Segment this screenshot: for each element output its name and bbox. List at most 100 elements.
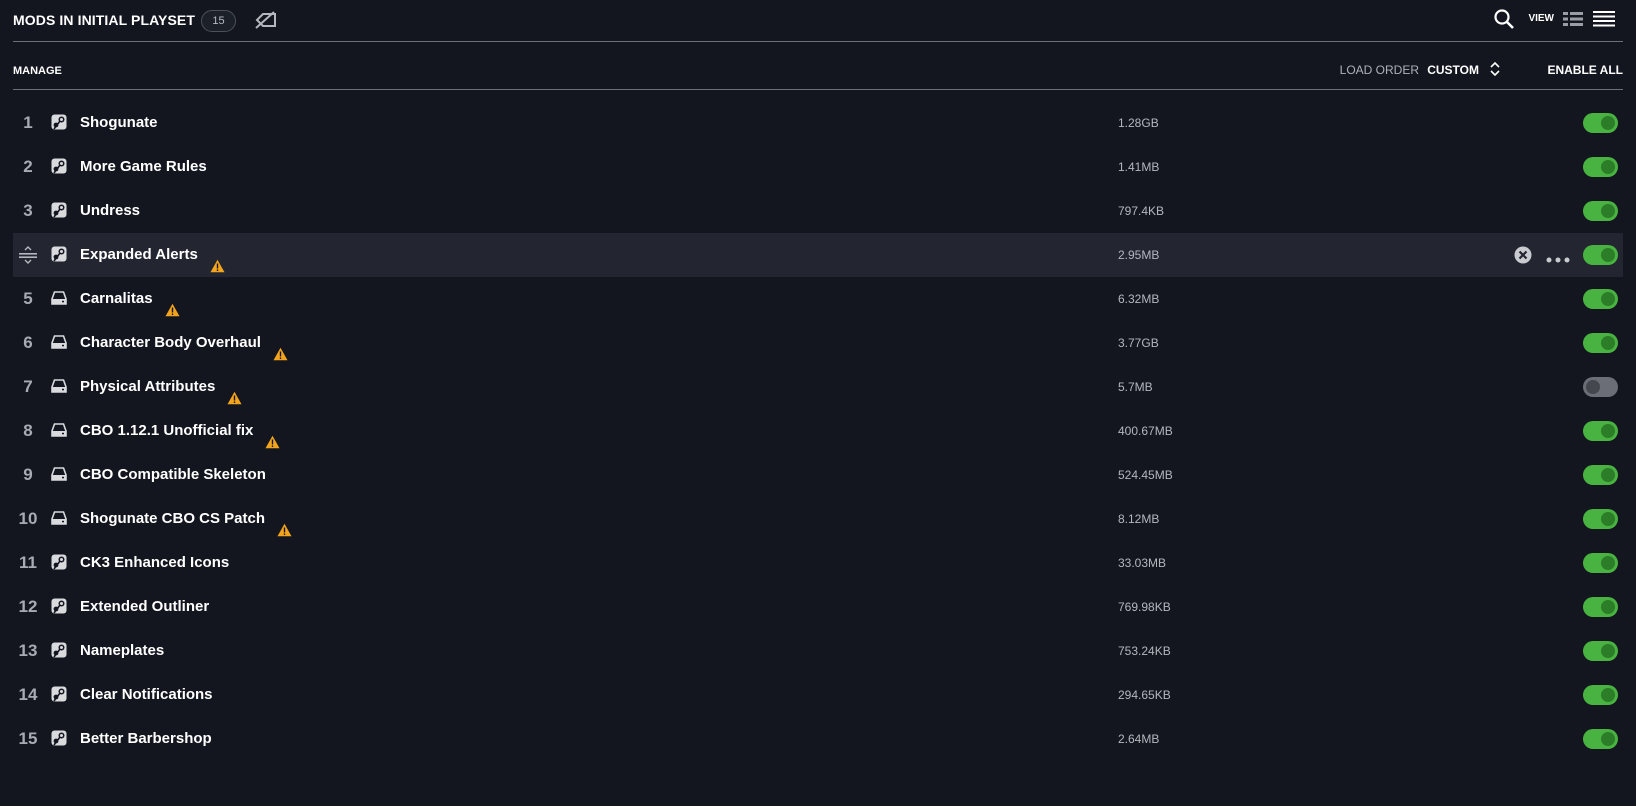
mod-index: 9 (23, 465, 33, 484)
mod-size: 400.67MB (1118, 424, 1173, 438)
mod-index: 11 (19, 553, 37, 572)
view-grid-icon[interactable] (1563, 11, 1583, 27)
search-icon[interactable] (1493, 8, 1515, 30)
mod-name-cell: Nameplates (80, 629, 164, 673)
mod-name: Better Barbershop (80, 730, 212, 747)
mod-row[interactable]: 13 Nameplates 753.24KB (13, 629, 1623, 673)
mod-row[interactable]: 5 Carnalitas 6.32MB (13, 277, 1623, 321)
enable-toggle[interactable] (1583, 729, 1618, 749)
enable-toggle[interactable] (1583, 465, 1618, 485)
mod-name-cell: Shogunate (80, 101, 158, 145)
warning-icon[interactable] (265, 423, 280, 449)
mod-name-cell: Extended Outliner (80, 585, 209, 629)
warning-icon[interactable] (273, 335, 288, 361)
enable-toggle[interactable] (1583, 113, 1618, 133)
warning-icon[interactable] (165, 291, 180, 317)
playset-header: MODS IN INITIAL PLAYSET 15 VIEW (13, 0, 1623, 42)
mod-size: 5.7MB (1118, 380, 1153, 394)
mod-row[interactable]: 7 Physical Attributes 5.7MB (13, 365, 1623, 409)
mod-index: 7 (23, 377, 33, 396)
mod-name: Carnalitas (80, 290, 153, 307)
mod-row[interactable]: 15 Better Barbershop 2.64MB (13, 717, 1623, 761)
load-order-select[interactable]: CUSTOM (1427, 63, 1479, 77)
load-order-label: LOAD ORDER (1339, 63, 1419, 77)
mod-row[interactable]: 11 CK3 Enhanced Icons 33.03MB (13, 541, 1623, 585)
mod-name-cell: More Game Rules (80, 145, 207, 189)
manage-toolbar: MANAGE LOAD ORDER CUSTOM ENABLE ALL (13, 41, 1623, 90)
mod-name-cell: CBO Compatible Skeleton (80, 453, 266, 497)
mod-name-cell: Undress (80, 189, 140, 233)
mod-row[interactable]: 9 CBO Compatible Skeleton 524.45MB (13, 453, 1623, 497)
enable-toggle[interactable] (1583, 597, 1618, 617)
warning-icon[interactable] (277, 511, 292, 537)
mod-size: 524.45MB (1118, 468, 1173, 482)
enable-toggle[interactable] (1583, 245, 1618, 265)
enable-toggle[interactable] (1583, 201, 1618, 221)
drag-handle-icon[interactable] (18, 246, 38, 264)
toggle-knob (1601, 512, 1615, 526)
mod-size: 2.95MB (1118, 248, 1160, 262)
mod-row[interactable]: 3 Undress 797.4KB (13, 189, 1623, 233)
steam-icon (51, 554, 67, 570)
remove-mod-icon[interactable] (1514, 246, 1532, 264)
mod-row[interactable]: 6 Character Body Overhaul 3.77GB (13, 321, 1623, 365)
mod-name: Undress (80, 202, 141, 219)
mod-name: CBO Compatible Skeleton (80, 466, 266, 483)
mod-row[interactable]: Expanded Alerts 2.95MB (13, 233, 1623, 277)
mod-name: Character Body Overhaul (80, 334, 261, 351)
mod-row[interactable]: 8 CBO 1.12.1 Unofficial fix 400.67MB (13, 409, 1623, 453)
local-drive-icon (51, 422, 67, 438)
mod-row[interactable]: 1 Shogunate 1.28GB (13, 101, 1623, 145)
more-options-icon[interactable] (1546, 251, 1570, 263)
mod-name-cell: Physical Attributes (80, 365, 242, 409)
enable-toggle[interactable] (1583, 157, 1618, 177)
local-drive-icon (51, 290, 67, 306)
enable-toggle[interactable] (1583, 333, 1618, 353)
toggle-knob (1601, 556, 1615, 570)
enable-toggle[interactable] (1583, 289, 1618, 309)
enable-toggle[interactable] (1583, 685, 1618, 705)
mod-index: 15 (18, 729, 38, 748)
mod-name-cell: Shogunate CBO CS Patch (80, 497, 292, 541)
mod-index: 5 (23, 289, 33, 308)
mod-name: More Game Rules (80, 158, 207, 175)
mod-index: 1 (23, 113, 33, 132)
enable-toggle[interactable] (1583, 553, 1618, 573)
page-title: MODS IN INITIAL PLAYSET (13, 12, 195, 28)
mod-name: Expanded Alerts (80, 246, 198, 263)
warning-icon[interactable] (227, 379, 242, 405)
warning-icon[interactable] (210, 247, 225, 273)
chevron-up-down-icon[interactable] (1489, 61, 1501, 77)
mod-index: 10 (18, 509, 38, 528)
hide-disabled-icon[interactable] (254, 11, 278, 29)
mod-size: 769.98KB (1118, 600, 1171, 614)
mod-size: 797.4KB (1118, 204, 1165, 218)
enable-toggle[interactable] (1583, 641, 1618, 661)
mod-name-cell: Carnalitas (80, 277, 180, 321)
view-list-icon[interactable] (1593, 10, 1615, 28)
mod-name: Nameplates (80, 642, 165, 659)
steam-icon (51, 246, 67, 262)
mod-size: 1.28GB (1118, 116, 1159, 130)
toggle-knob (1601, 644, 1615, 658)
enable-toggle[interactable] (1583, 509, 1618, 529)
steam-icon (51, 598, 67, 614)
mod-row[interactable]: 12 Extended Outliner 769.98KB (13, 585, 1623, 629)
mod-index: 8 (23, 421, 33, 440)
view-label: VIEW (1528, 13, 1554, 24)
toggle-knob (1601, 688, 1615, 702)
mod-index: 14 (18, 685, 38, 704)
local-drive-icon (51, 334, 67, 350)
mod-row[interactable]: 2 More Game Rules 1.41MB (13, 145, 1623, 189)
mod-index: 12 (18, 597, 38, 616)
mod-row[interactable]: 10 Shogunate CBO CS Patch 8.12MB (13, 497, 1623, 541)
mod-row[interactable]: 14 Clear Notifications 294.65KB (13, 673, 1623, 717)
enable-toggle[interactable] (1583, 377, 1618, 397)
toggle-knob (1601, 600, 1615, 614)
mod-size: 6.32MB (1118, 292, 1160, 306)
toggle-knob (1601, 204, 1615, 218)
enable-all-button[interactable]: ENABLE ALL (1547, 63, 1623, 77)
enable-toggle[interactable] (1583, 421, 1618, 441)
mod-size: 33.03MB (1118, 556, 1167, 570)
steam-icon (51, 642, 67, 658)
